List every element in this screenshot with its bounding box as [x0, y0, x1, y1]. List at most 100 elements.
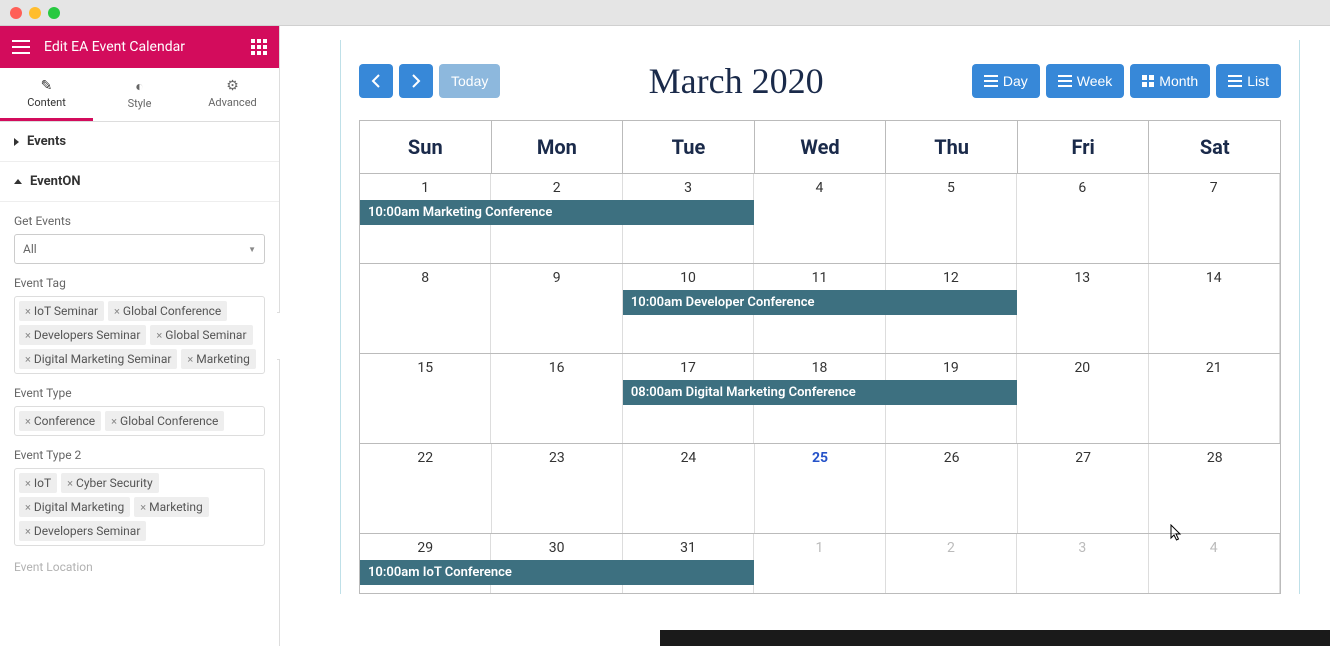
calendar-cell[interactable]: 14 — [1149, 264, 1280, 353]
caret-down-icon — [14, 179, 22, 184]
calendar-date: 19 — [886, 354, 1016, 376]
calendar-cell[interactable]: 3 — [1017, 534, 1148, 593]
sidebar-tabs: ✎ Content ◐ Style ⚙ Advanced — [0, 68, 279, 122]
editor-sidebar: Edit EA Event Calendar ✎ Content ◐ Style… — [0, 26, 280, 646]
calendar-cell[interactable]: 20 — [1017, 354, 1148, 443]
calendar-cell[interactable]: 22 — [360, 444, 492, 533]
calendar-date: 2 — [491, 174, 621, 196]
window-minimize-button[interactable] — [29, 7, 41, 19]
tag-item[interactable]: Global Conference — [105, 411, 224, 431]
calendar-date: 23 — [492, 444, 623, 466]
calendar-date: 3 — [1017, 534, 1147, 556]
calendar-event[interactable]: 10:00am Marketing Conference — [360, 200, 754, 225]
taskbar — [660, 630, 1330, 646]
calendar-cell[interactable]: 9 — [491, 264, 622, 353]
calendar-cell[interactable]: 26 — [886, 444, 1018, 533]
calendar-date: 25 — [755, 444, 886, 466]
calendar-cell[interactable]: 13 — [1017, 264, 1148, 353]
tab-style[interactable]: ◐ Style — [93, 68, 186, 121]
calendar-date: 11 — [754, 264, 884, 286]
tab-advanced[interactable]: ⚙ Advanced — [186, 68, 279, 121]
calendar-date: 29 — [360, 534, 490, 556]
calendar-cell[interactable]: 2 — [886, 534, 1017, 593]
tag-item[interactable]: Global Seminar — [150, 325, 252, 345]
tab-advanced-label: Advanced — [208, 96, 256, 109]
calendar-grid: SunMonTueWedThuFriSat 123456710:00am Mar… — [359, 120, 1281, 594]
calendar-cell[interactable]: 24 — [623, 444, 755, 533]
sidebar-title: Edit EA Event Calendar — [44, 39, 185, 55]
day-header: Fri — [1018, 121, 1150, 173]
get-events-select[interactable]: All — [14, 234, 265, 264]
tag-item[interactable]: Marketing — [181, 349, 255, 369]
today-button[interactable]: Today — [439, 64, 500, 98]
apps-icon[interactable] — [251, 39, 267, 55]
section-eventon[interactable]: EventON — [0, 162, 279, 202]
calendar-cell[interactable]: 15 — [360, 354, 491, 443]
tag-item[interactable]: Developers Seminar — [19, 521, 146, 541]
calendar-header-row: SunMonTueWedThuFriSat — [360, 121, 1280, 173]
next-button[interactable] — [399, 64, 433, 98]
pencil-icon: ✎ — [0, 78, 93, 94]
calendar-date: 1 — [754, 534, 884, 556]
day-header: Thu — [886, 121, 1018, 173]
tag-item[interactable]: IoT Seminar — [19, 301, 104, 321]
calendar-title: March 2020 — [649, 60, 824, 102]
calendar-toolbar: Today March 2020 Day Week Month — [359, 60, 1281, 102]
calendar-date: 10 — [623, 264, 753, 286]
list-icon — [1228, 75, 1242, 87]
main-canvas: Today March 2020 Day Week Month — [280, 26, 1330, 646]
calendar-cell[interactable]: 27 — [1018, 444, 1150, 533]
calendar-cell[interactable]: 28 — [1149, 444, 1280, 533]
calendar-date: 8 — [360, 264, 490, 286]
calendar-cell[interactable]: 6 — [1017, 174, 1148, 263]
calendar-cell[interactable]: 16 — [491, 354, 622, 443]
day-view-button[interactable]: Day — [972, 64, 1040, 98]
eventon-controls: Get Events All Event Tag IoT SeminarGlob… — [0, 202, 279, 584]
tag-item[interactable]: Developers Seminar — [19, 325, 146, 345]
prev-button[interactable] — [359, 64, 393, 98]
list-icon — [1058, 75, 1072, 87]
week-view-button[interactable]: Week — [1046, 64, 1125, 98]
window-maximize-button[interactable] — [48, 7, 60, 19]
calendar-cell[interactable]: 23 — [492, 444, 624, 533]
calendar-date: 30 — [491, 534, 621, 556]
calendar-cell[interactable]: 5 — [886, 174, 1017, 263]
event-type-box[interactable]: ConferenceGlobal Conference — [14, 406, 265, 436]
gear-icon: ⚙ — [186, 78, 279, 94]
event-tag-label: Event Tag — [14, 276, 265, 290]
calendar-cell[interactable]: 25 — [755, 444, 887, 533]
calendar-date: 13 — [1017, 264, 1147, 286]
calendar-event[interactable]: 08:00am Digital Marketing Conference — [623, 380, 1017, 405]
tag-item[interactable]: Marketing — [134, 497, 208, 517]
calendar-cell[interactable]: 8 — [360, 264, 491, 353]
calendar-event[interactable]: 10:00am Developer Conference — [623, 290, 1017, 315]
list-view-button[interactable]: List — [1216, 64, 1281, 98]
tag-item[interactable]: Digital Marketing — [19, 497, 130, 517]
calendar-event[interactable]: 10:00am IoT Conference — [360, 560, 754, 585]
tab-style-label: Style — [128, 97, 152, 110]
calendar-cell[interactable]: 7 — [1149, 174, 1280, 263]
tag-item[interactable]: Global Conference — [108, 301, 227, 321]
tag-item[interactable]: Conference — [19, 411, 101, 431]
calendar-cell[interactable]: 21 — [1149, 354, 1280, 443]
section-events[interactable]: Events — [0, 122, 279, 162]
tag-item[interactable]: Cyber Security — [61, 473, 158, 493]
tag-item[interactable]: Digital Marketing Seminar — [19, 349, 177, 369]
event-type2-label: Event Type 2 — [14, 448, 265, 462]
tab-content[interactable]: ✎ Content — [0, 68, 93, 121]
grid-icon — [1142, 75, 1154, 87]
month-view-button[interactable]: Month — [1130, 64, 1210, 98]
tag-item[interactable]: IoT — [19, 473, 57, 493]
calendar-date: 16 — [491, 354, 621, 376]
calendar-date: 21 — [1149, 354, 1279, 376]
calendar-cell[interactable]: 4 — [1149, 534, 1280, 593]
event-tag-box[interactable]: IoT SeminarGlobal Conference Developers S… — [14, 296, 265, 374]
menu-icon[interactable] — [12, 40, 30, 54]
sidebar-header: Edit EA Event Calendar — [0, 26, 279, 68]
calendar-date: 9 — [491, 264, 621, 286]
calendar-cell[interactable]: 4 — [754, 174, 885, 263]
calendar-cell[interactable]: 1 — [754, 534, 885, 593]
window-close-button[interactable] — [10, 7, 22, 19]
tab-content-label: Content — [27, 96, 66, 109]
event-type2-box[interactable]: IoTCyber Security Digital MarketingMarket… — [14, 468, 265, 546]
